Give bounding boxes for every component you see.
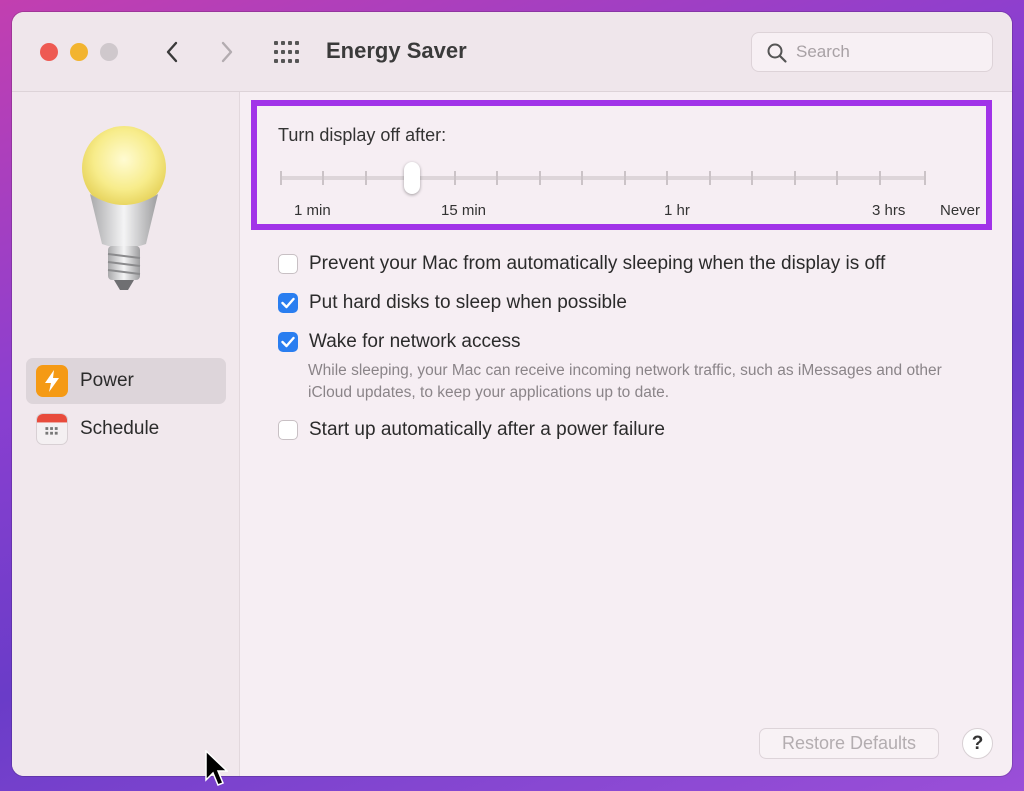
lightning-bolt-icon [36, 365, 68, 397]
startup-power-failure-checkbox[interactable] [278, 420, 298, 440]
hard-disk-sleep-label: Put hard disks to sleep when possible [309, 292, 627, 313]
slider-tick [454, 171, 456, 185]
slider-tick [322, 171, 324, 185]
grid-dot-icon [274, 50, 278, 54]
sidebar-item-label: Power [80, 370, 134, 391]
title-bar: Energy Saver [12, 12, 1012, 92]
prevent-sleep-option[interactable]: Prevent your Mac from automatically slee… [278, 253, 885, 275]
slider-tick [581, 171, 583, 185]
slider-label-never: Never [940, 202, 981, 219]
light-bulb-icon [82, 126, 166, 290]
slider-tick [539, 171, 541, 185]
grid-dot-icon [295, 41, 299, 45]
sidebar-item-label: Schedule [80, 418, 160, 439]
slider-tick [624, 171, 626, 185]
calendar-icon [36, 413, 68, 445]
chevron-left-icon [166, 41, 178, 63]
grid-dot-icon [281, 41, 285, 45]
chevron-right-icon [221, 41, 233, 63]
slider-tick [924, 171, 926, 185]
display-sleep-slider[interactable] [280, 162, 926, 194]
display-sleep-title: Turn display off after: [278, 125, 447, 145]
slider-label-15-min: 15 min [441, 202, 487, 219]
wake-network-description: While sleeping, your Mac can receive inc… [308, 362, 942, 401]
slider-label-1-min: 1 min [294, 202, 331, 219]
slider-tick [666, 171, 668, 185]
slider-thumb[interactable] [404, 162, 420, 194]
zoom-window-button[interactable] [100, 43, 118, 61]
back-button[interactable] [157, 34, 187, 70]
slider-tick [496, 171, 498, 185]
restore-defaults-button[interactable]: Restore Defaults [759, 728, 939, 759]
slider-tick [836, 171, 838, 185]
grid-dot-icon [281, 59, 285, 63]
energy-saver-window: Energy Saver Search Power Schedule Turn … [12, 12, 1012, 776]
slider-tick [365, 171, 367, 185]
search-icon [767, 43, 787, 63]
slider-tick [751, 171, 753, 185]
minimize-window-button[interactable] [70, 43, 88, 61]
main-panel: Turn display off after: 1 min 15 min 1 h… [241, 92, 1012, 776]
grid-dot-icon [274, 41, 278, 45]
sidebar: Power Schedule [12, 92, 240, 776]
show-all-grid-button[interactable] [272, 39, 302, 65]
sidebar-item-schedule[interactable]: Schedule [26, 406, 226, 452]
slider-tick [879, 171, 881, 185]
prevent-sleep-label: Prevent your Mac from automatically slee… [309, 253, 886, 274]
sidebar-item-power[interactable]: Power [26, 358, 226, 404]
grid-dot-icon [274, 59, 278, 63]
slider-tick [280, 171, 282, 185]
slider-label-3-hrs: 3 hrs [872, 202, 906, 219]
grid-dot-icon [295, 50, 299, 54]
grid-dot-icon [295, 59, 299, 63]
close-window-button[interactable] [40, 43, 58, 61]
grid-dot-icon [281, 50, 285, 54]
slider-label-1-hr: 1 hr [664, 202, 690, 219]
window-title: Energy Saver [326, 38, 467, 63]
slider-tick [709, 171, 711, 185]
hard-disk-sleep-checkbox[interactable] [278, 293, 298, 313]
hard-disk-sleep-option[interactable]: Put hard disks to sleep when possible [278, 292, 627, 314]
prevent-sleep-checkbox[interactable] [278, 254, 298, 274]
wake-network-label: Wake for network access [309, 331, 521, 352]
grid-dot-icon [288, 41, 292, 45]
slider-tick [794, 171, 796, 185]
checkmark-icon [281, 297, 295, 309]
search-field[interactable] [751, 32, 993, 72]
help-button[interactable]: ? [962, 728, 993, 759]
checkmark-icon [281, 336, 295, 348]
startup-power-failure-option[interactable]: Start up automatically after a power fai… [278, 419, 665, 441]
wake-network-checkbox[interactable] [278, 332, 298, 352]
wake-network-option[interactable]: Wake for network access [278, 331, 521, 353]
grid-dot-icon [288, 59, 292, 63]
mouse-pointer-icon [205, 750, 228, 786]
search-input[interactable] [796, 39, 986, 65]
forward-button[interactable] [212, 34, 242, 70]
startup-power-failure-label: Start up automatically after a power fai… [309, 419, 665, 440]
grid-dot-icon [288, 50, 292, 54]
